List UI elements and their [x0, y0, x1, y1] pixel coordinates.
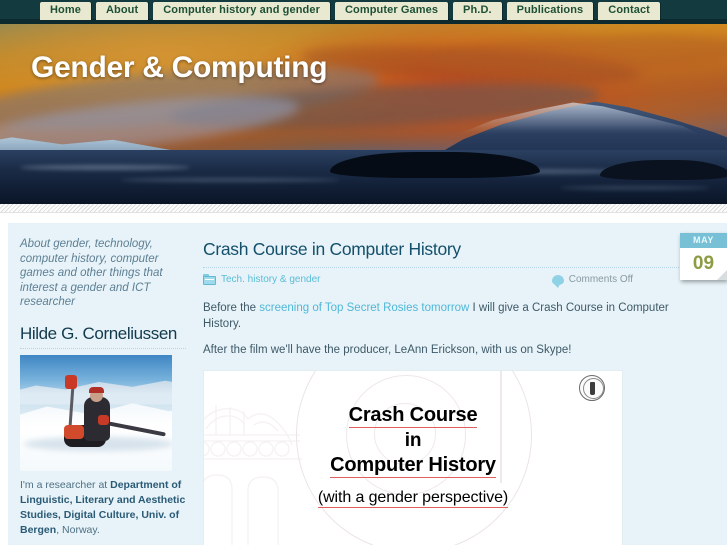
comment-bubble-icon [551, 274, 564, 288]
post-meta-row: Tech. history & gender Comments Off [203, 274, 697, 292]
slide-line-1: Crash Course [348, 403, 478, 428]
photo-person-glove [98, 414, 109, 425]
banner-divider-strip [0, 204, 727, 213]
post-paragraph-2: After the film we'll have the producer, … [203, 344, 572, 356]
slide-line-3: Computer History [330, 453, 496, 478]
nav-tab-computer-history-and-gender[interactable]: Computer history and gender [153, 2, 330, 20]
post-comments-label: Comments Off [568, 274, 633, 285]
page-root: Home About Computer history and gender C… [0, 0, 727, 545]
slide-text-block: Crash Course in Computer History (with a… [204, 403, 622, 510]
header-banner: Gender & Computing [0, 24, 727, 204]
top-navigation-bar: Home About Computer history and gender C… [0, 0, 727, 24]
post-category-label: Tech. history & gender [221, 274, 321, 285]
slide-line-4: (with a gender perspective) [317, 488, 509, 508]
bio-text-before: I'm a researcher at [20, 478, 111, 491]
sidebar-author-heading: Hilde G. Corneliussen [20, 324, 186, 349]
content-container: About gender, technology, computer histo… [8, 223, 727, 545]
slide-line-2: in [404, 429, 422, 451]
post-title: Crash Course in Computer History [203, 239, 697, 268]
post-body: Before the screening of Top Secret Rosie… [203, 301, 697, 359]
banner-water-reflection [560, 186, 710, 190]
university-seal-icon [579, 374, 605, 401]
author-photo [20, 354, 172, 471]
banner-island [330, 152, 540, 178]
paragraph1-before: Before the [203, 302, 260, 314]
banner-water-reflection [120, 178, 340, 182]
bio-text-after: , Norway. [56, 523, 100, 536]
post-slide-image[interactable]: Crash Course in Computer History (with a… [203, 369, 623, 545]
nav-tab-computer-games[interactable]: Computer Games [334, 2, 449, 20]
main-content: Crash Course in Computer History Tech. h… [203, 223, 727, 545]
nav-tab-contact[interactable]: Contact [598, 2, 660, 20]
banner-water-reflection [20, 165, 190, 170]
post-category[interactable]: Tech. history & gender [203, 274, 321, 285]
sidebar: About gender, technology, computer histo… [8, 223, 198, 545]
photo-person-hat [89, 386, 104, 393]
post-comments-status: Comments Off [551, 274, 633, 288]
nav-tab-phd[interactable]: Ph.D. [453, 2, 502, 20]
post-date-badge: MAY 09 [680, 233, 727, 280]
screening-link[interactable]: screening of Top Secret Rosies tomorrow [259, 302, 469, 314]
date-badge-day: 09 [680, 248, 727, 280]
date-badge-month: MAY [680, 233, 727, 248]
site-description: About gender, technology, computer histo… [20, 238, 163, 308]
nav-tab-home[interactable]: Home [40, 2, 91, 20]
nav-tab-list: Home About Computer history and gender C… [40, 2, 660, 20]
page-body: About gender, technology, computer histo… [0, 214, 727, 545]
banner-island [600, 160, 727, 180]
photo-pole-grip [65, 374, 77, 389]
post-paragraph-1: Before the screening of Top Secret Rosie… [203, 301, 697, 332]
folder-icon [203, 274, 216, 285]
site-title: Gender & Computing [31, 51, 328, 84]
nav-tab-about[interactable]: About [95, 2, 149, 20]
nav-tab-publications[interactable]: Publications [506, 2, 594, 20]
photo-dog-pack [64, 424, 84, 439]
author-bio: I'm a researcher at Department of Lingui… [20, 478, 186, 538]
